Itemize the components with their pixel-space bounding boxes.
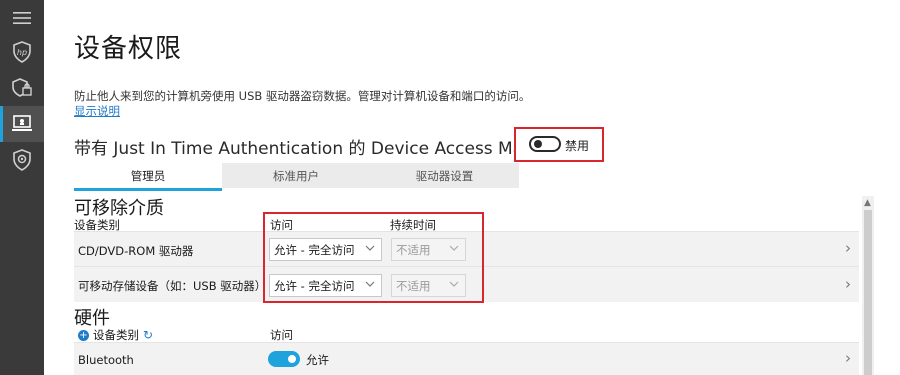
- sidebar-item-secure-browser[interactable]: [0, 70, 44, 106]
- menu-button[interactable]: [0, 0, 44, 36]
- svg-text:hp: hp: [17, 48, 27, 57]
- access-select-cd-dvd[interactable]: 允许 - 完全访问: [269, 238, 382, 261]
- device-row-cd-dvd[interactable]: CD/DVD-ROM 驱动器 允许 - 完全访问 不适用 ›: [74, 231, 859, 266]
- sidebar-item-hp-protection[interactable]: hp: [0, 34, 44, 70]
- hardware-col-category: 设备类别: [93, 328, 139, 342]
- jit-toggle-state: 禁用: [565, 139, 590, 153]
- toggle-knob: [288, 355, 296, 363]
- jit-toggle[interactable]: [529, 136, 561, 152]
- tab-standard-user-label: 标准用户: [273, 168, 319, 183]
- tab-drive-settings[interactable]: 驱动器设置: [370, 163, 519, 188]
- add-device-category[interactable]: + 设备类别 ↻: [78, 327, 153, 343]
- chevron-down-icon: [365, 281, 375, 287]
- tab-admin-label: 管理员: [130, 168, 166, 183]
- duration-select-value: 不适用: [396, 242, 431, 257]
- chevron-down-icon: [365, 245, 375, 251]
- main-content: 设备权限 防止他人来到您的计算机旁使用 USB 驱动器盗窃数据。管理对计算机设备…: [44, 0, 900, 375]
- chevron-down-icon: [449, 281, 459, 287]
- page-description: 防止他人来到您的计算机旁使用 USB 驱动器盗窃数据。管理对计算机设备和端口的访…: [74, 89, 531, 103]
- device-row-label: Bluetooth: [78, 353, 134, 367]
- scroll-thumb[interactable]: [864, 210, 872, 375]
- refresh-icon[interactable]: ↻: [143, 328, 153, 342]
- scrollbar[interactable]: ▲: [862, 196, 874, 375]
- secure-browser-icon: [12, 78, 32, 97]
- tab-drive-settings-label: 驱动器设置: [415, 168, 474, 183]
- active-tab-indicator: [74, 188, 222, 191]
- access-select-value: 允许 - 完全访问: [274, 242, 355, 257]
- device-row-bluetooth[interactable]: Bluetooth ›: [74, 342, 859, 375]
- bluetooth-toggle[interactable]: [268, 351, 300, 367]
- tab-bar: 管理员 标准用户 驱动器设置: [74, 163, 519, 191]
- duration-select-value: 不适用: [396, 278, 431, 293]
- access-select-value: 允许 - 完全访问: [274, 278, 355, 293]
- access-select-removable-storage[interactable]: 允许 - 完全访问: [269, 274, 382, 297]
- tab-standard-user[interactable]: 标准用户: [222, 163, 370, 188]
- duration-select-cd-dvd: 不适用: [391, 238, 466, 261]
- tab-admin[interactable]: 管理员: [74, 163, 222, 191]
- sidebar-item-settings[interactable]: [0, 142, 44, 178]
- chevron-right-icon[interactable]: ›: [845, 275, 851, 293]
- duration-select-removable-storage: 不适用: [391, 274, 466, 297]
- bluetooth-toggle-state: 允许: [306, 353, 329, 367]
- selection-indicator: [0, 106, 3, 142]
- gear-shield-icon: [13, 149, 31, 171]
- add-icon[interactable]: +: [78, 329, 89, 341]
- jit-feature-label: 带有 Just In Time Authentication 的 Device …: [74, 139, 514, 159]
- page-title: 设备权限: [74, 34, 183, 64]
- device-row-label: 可移动存储设备（如：USB 驱动器）: [78, 279, 267, 293]
- sidebar: hp: [0, 0, 44, 375]
- toggle-knob: [534, 140, 542, 148]
- device-access-icon: [12, 115, 32, 131]
- chevron-right-icon[interactable]: ›: [845, 349, 851, 367]
- show-details-link[interactable]: 显示说明: [74, 103, 120, 119]
- hardware-col-access: 访问: [270, 328, 293, 342]
- hamburger-menu-icon: [13, 12, 31, 24]
- hp-shield-icon: hp: [13, 41, 31, 63]
- scroll-up-icon[interactable]: ▲: [864, 198, 871, 208]
- device-row-removable-storage[interactable]: 可移动存储设备（如：USB 驱动器） 允许 - 完全访问 不适用 ›: [74, 266, 859, 302]
- sidebar-item-device-access[interactable]: [0, 106, 44, 142]
- chevron-right-icon[interactable]: ›: [845, 239, 851, 257]
- chevron-down-icon: [449, 245, 459, 251]
- device-row-label: CD/DVD-ROM 驱动器: [78, 244, 194, 258]
